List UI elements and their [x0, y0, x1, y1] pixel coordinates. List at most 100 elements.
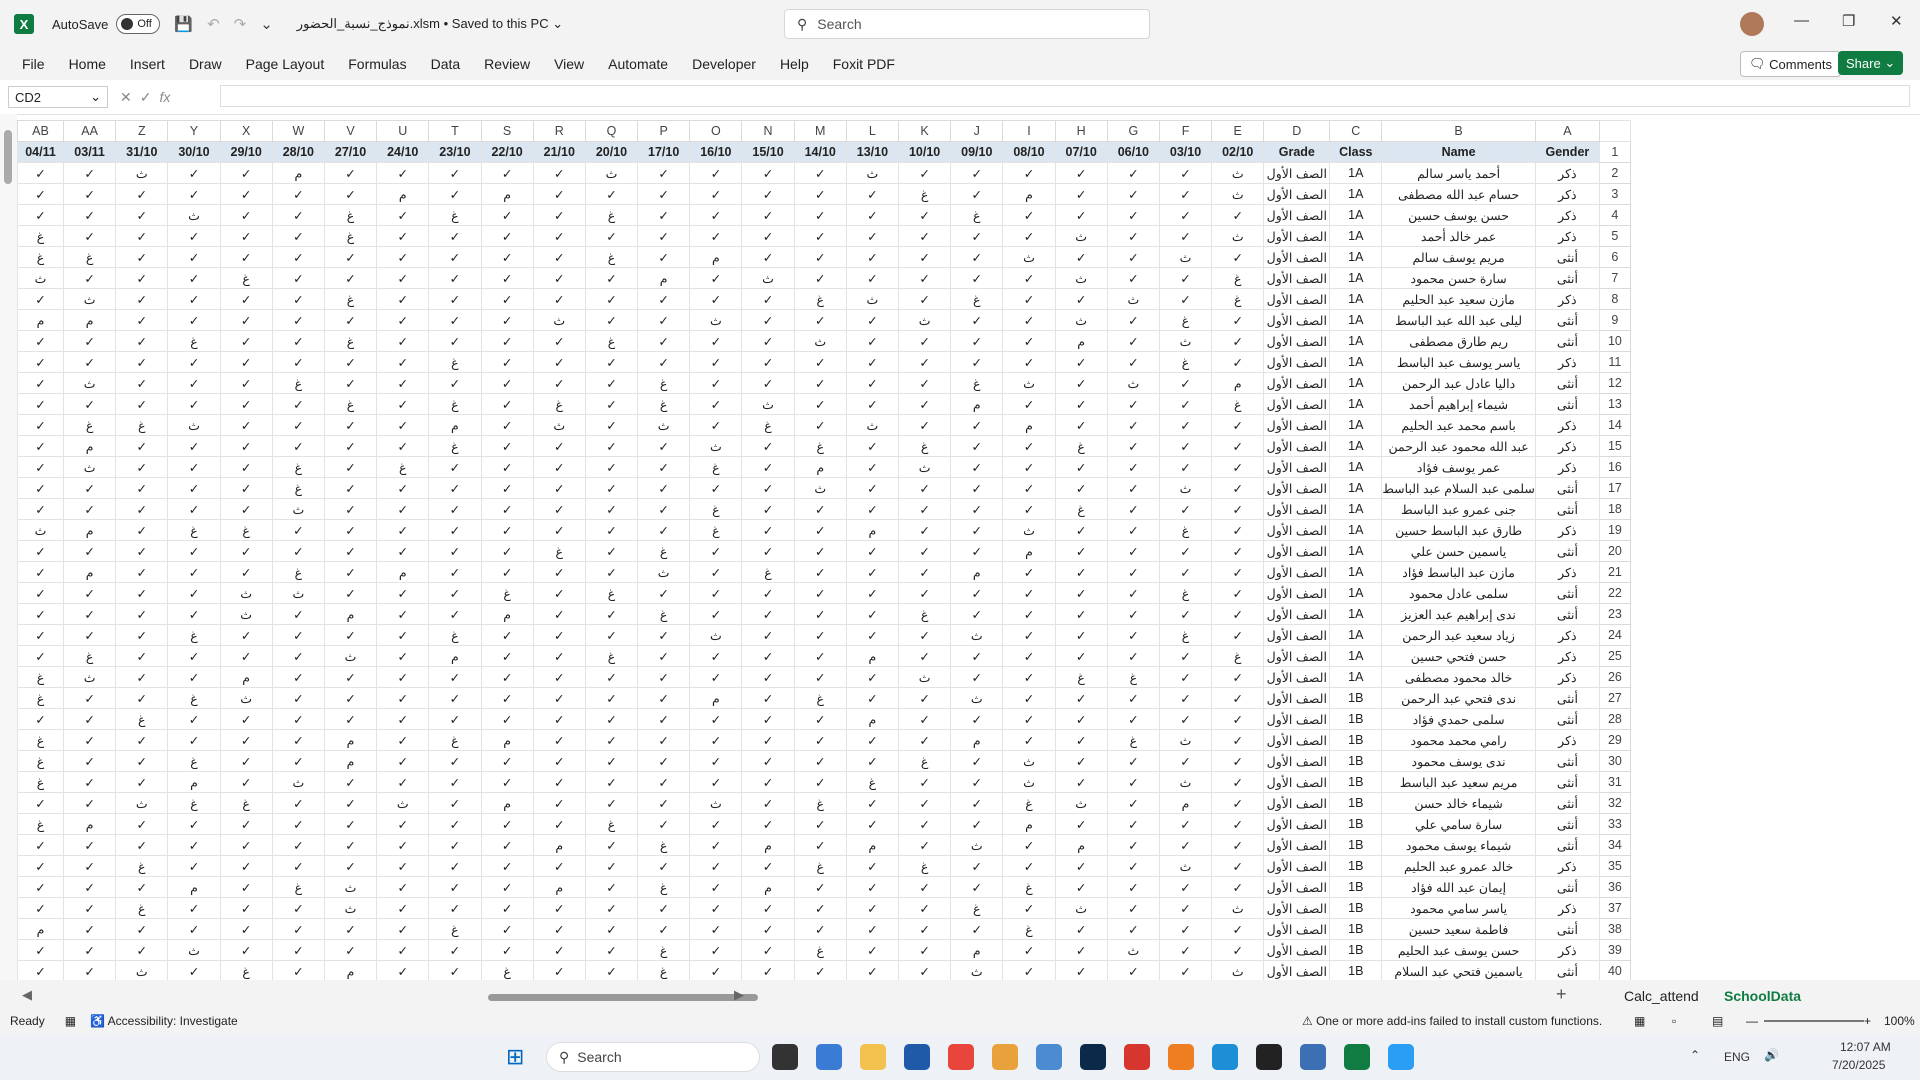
- attendance-cell[interactable]: ✓: [1158, 750, 1213, 772]
- row-header[interactable]: 1: [1598, 141, 1631, 163]
- attendance-cell[interactable]: ✓: [62, 939, 117, 961]
- name-cell[interactable]: ليلى عبد الله عبد الباسط: [1381, 309, 1536, 331]
- attendance-cell[interactable]: ✓: [689, 225, 743, 247]
- attendance-cell[interactable]: ✓: [1158, 876, 1213, 898]
- gender-cell[interactable]: أنثى: [1534, 582, 1600, 604]
- attendance-cell[interactable]: ✓: [532, 582, 586, 604]
- attendance-cell[interactable]: غ: [1158, 309, 1213, 331]
- attendance-cell[interactable]: ✓: [532, 561, 586, 583]
- attendance-cell[interactable]: ✓: [428, 288, 482, 310]
- attendance-cell[interactable]: غ: [950, 204, 1004, 226]
- attendance-cell[interactable]: ث: [1106, 372, 1160, 394]
- row-header[interactable]: 8: [1598, 288, 1631, 310]
- class-cell[interactable]: 1A: [1329, 183, 1383, 205]
- attendance-cell[interactable]: غ: [584, 813, 639, 835]
- attendance-cell[interactable]: ✓: [1158, 561, 1213, 583]
- attendance-cell[interactable]: ✓: [1158, 393, 1213, 415]
- attendance-cell[interactable]: ✓: [741, 897, 795, 919]
- attendance-cell[interactable]: ✓: [689, 288, 743, 310]
- gender-cell[interactable]: ذكر: [1534, 456, 1600, 478]
- attendance-cell[interactable]: ✓: [428, 183, 482, 205]
- attendance-cell[interactable]: ✓: [584, 414, 639, 436]
- header-cell[interactable]: 29/10: [219, 141, 273, 163]
- attendance-cell[interactable]: م: [637, 267, 691, 289]
- attendance-cell[interactable]: ✓: [62, 624, 117, 646]
- attendance-cell[interactable]: ✓: [532, 204, 586, 226]
- attendance-cell[interactable]: م: [480, 603, 534, 625]
- attendance-cell[interactable]: ✓: [637, 771, 691, 793]
- attendance-cell[interactable]: ✓: [428, 687, 482, 709]
- attendance-cell[interactable]: م: [845, 708, 900, 730]
- file-explorer-icon[interactable]: [860, 1044, 886, 1070]
- attendance-cell[interactable]: ✓: [115, 267, 169, 289]
- attendance-cell[interactable]: ✓: [1106, 393, 1160, 415]
- ribbon-tab-view[interactable]: View: [542, 56, 596, 72]
- ribbon-tab-developer[interactable]: Developer: [680, 56, 768, 72]
- attendance-cell[interactable]: ✓: [1158, 897, 1213, 919]
- attendance-cell[interactable]: ✓: [584, 267, 639, 289]
- attendance-cell[interactable]: غ: [219, 960, 273, 980]
- attendance-cell[interactable]: ✓: [428, 519, 482, 541]
- attendance-cell[interactable]: م: [323, 750, 378, 772]
- attendance-cell[interactable]: ✓: [62, 708, 117, 730]
- attendance-cell[interactable]: ✓: [376, 876, 430, 898]
- column-header[interactable]: G: [1106, 120, 1160, 142]
- attendance-cell[interactable]: ✓: [897, 876, 952, 898]
- store-icon[interactable]: [904, 1044, 930, 1070]
- attendance-cell[interactable]: ✓: [689, 729, 743, 751]
- attendance-cell[interactable]: ✓: [428, 960, 482, 980]
- attendance-cell[interactable]: غ: [428, 393, 482, 415]
- attendance-cell[interactable]: ✓: [1002, 624, 1056, 646]
- attendance-cell[interactable]: ث: [845, 414, 900, 436]
- attendance-cell[interactable]: ✓: [689, 477, 743, 499]
- attendance-cell[interactable]: ✓: [115, 834, 169, 856]
- app-icon-2[interactable]: [1036, 1044, 1062, 1070]
- column-header[interactable]: M: [793, 120, 847, 142]
- telegram-icon[interactable]: [1388, 1044, 1414, 1070]
- grade-cell[interactable]: الصف الأول: [1263, 939, 1331, 961]
- grade-cell[interactable]: الصف الأول: [1263, 225, 1331, 247]
- attendance-cell[interactable]: غ: [950, 372, 1004, 394]
- attendance-cell[interactable]: ✓: [532, 435, 586, 457]
- attendance-cell[interactable]: ✓: [376, 645, 430, 667]
- name-cell[interactable]: زياد سعيد عبد الرحمن: [1381, 624, 1536, 646]
- gender-cell[interactable]: أنثى: [1534, 603, 1600, 625]
- attendance-cell[interactable]: ✓: [1054, 519, 1108, 541]
- attendance-cell[interactable]: م: [950, 393, 1004, 415]
- gender-cell[interactable]: ذكر: [1534, 729, 1600, 751]
- header-cell[interactable]: 27/10: [323, 141, 378, 163]
- attendance-cell[interactable]: ✓: [1002, 960, 1056, 980]
- attendance-cell[interactable]: ✓: [584, 897, 639, 919]
- attendance-cell[interactable]: ✓: [1002, 708, 1056, 730]
- attendance-cell[interactable]: ✓: [950, 750, 1004, 772]
- attendance-cell[interactable]: م: [950, 729, 1004, 751]
- grade-cell[interactable]: الصف الأول: [1263, 960, 1331, 980]
- attendance-cell[interactable]: ✓: [1106, 456, 1160, 478]
- attendance-cell[interactable]: ✓: [845, 750, 900, 772]
- attendance-cell[interactable]: ث: [845, 288, 900, 310]
- attendance-cell[interactable]: ث: [167, 939, 221, 961]
- attendance-cell[interactable]: ✓: [845, 792, 900, 814]
- attendance-cell[interactable]: م: [167, 771, 221, 793]
- attendance-cell[interactable]: ✓: [323, 771, 378, 793]
- attendance-cell[interactable]: غ: [62, 414, 117, 436]
- attendance-cell[interactable]: ث: [689, 309, 743, 331]
- attendance-cell[interactable]: ✓: [1158, 918, 1213, 940]
- attendance-cell[interactable]: ✓: [167, 708, 221, 730]
- class-cell[interactable]: 1A: [1329, 372, 1383, 394]
- attendance-cell[interactable]: ✓: [1106, 960, 1160, 980]
- attendance-cell[interactable]: ✓: [689, 540, 743, 562]
- attendance-cell[interactable]: ✓: [1002, 939, 1056, 961]
- attendance-cell[interactable]: ث: [1211, 162, 1265, 184]
- attendance-cell[interactable]: م: [323, 729, 378, 751]
- header-cell[interactable]: 17/10: [637, 141, 691, 163]
- attendance-cell[interactable]: م: [1002, 414, 1056, 436]
- attendance-cell[interactable]: ✓: [167, 393, 221, 415]
- attendance-cell[interactable]: غ: [897, 750, 952, 772]
- attendance-cell[interactable]: ✓: [1106, 708, 1160, 730]
- attendance-cell[interactable]: غ: [637, 393, 691, 415]
- gender-cell[interactable]: ذكر: [1534, 561, 1600, 583]
- attendance-cell[interactable]: ✓: [219, 162, 273, 184]
- name-cell[interactable]: رامي محمد محمود: [1381, 729, 1536, 751]
- column-header[interactable]: A: [1534, 120, 1600, 142]
